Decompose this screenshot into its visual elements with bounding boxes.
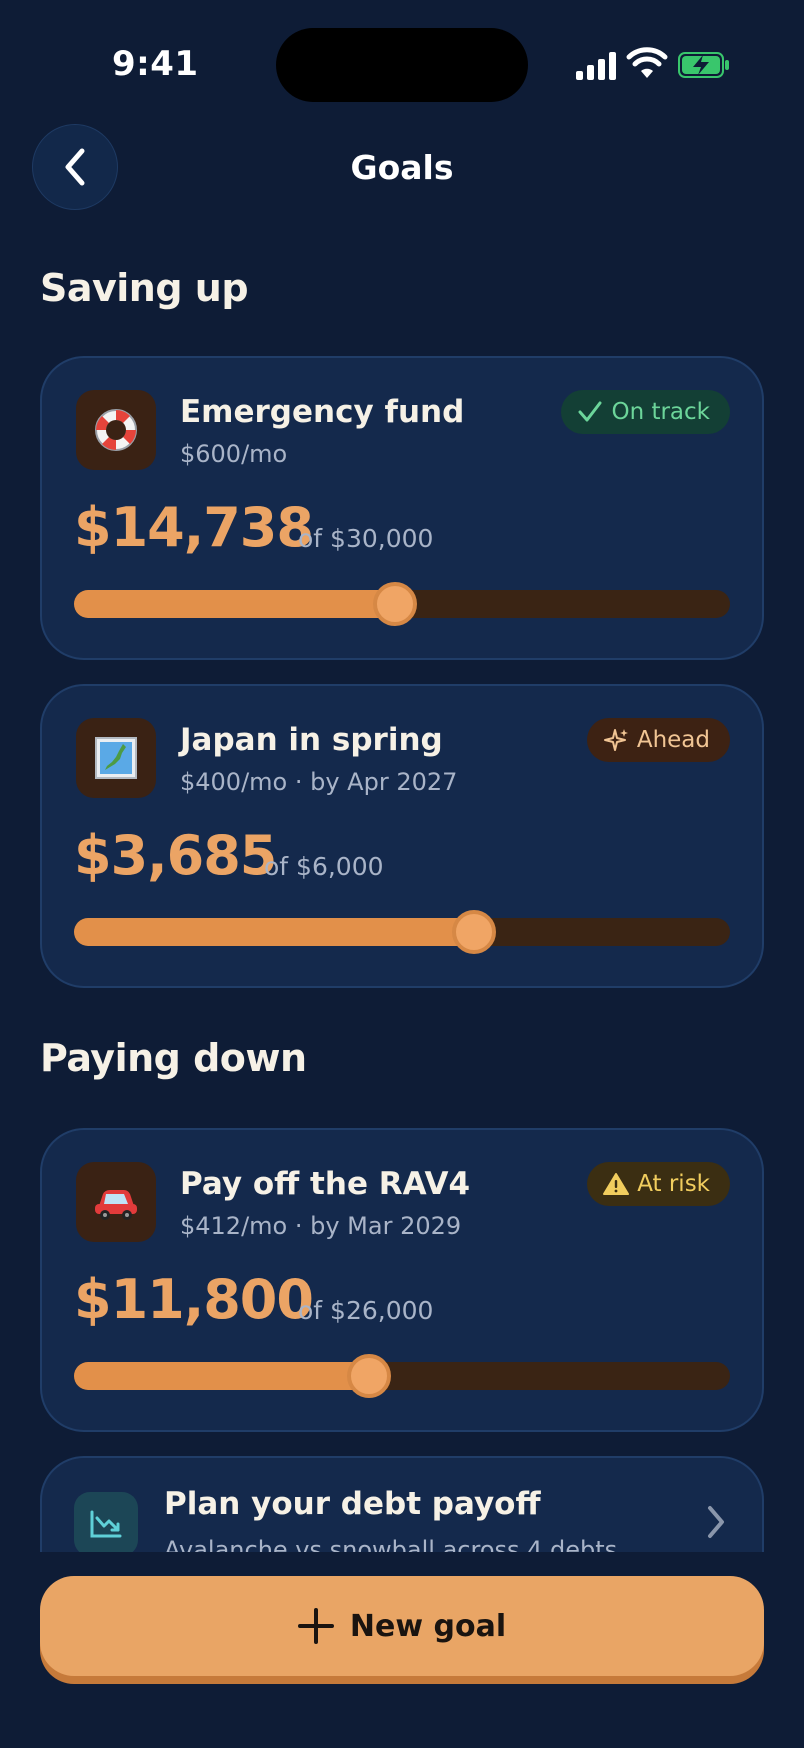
status-time: 9:41: [112, 44, 199, 84]
section-title-paying: Paying down: [40, 1036, 307, 1080]
goal-target: of $30,000: [298, 524, 434, 553]
battery-charging-icon: [678, 52, 729, 78]
goal-card-pay-off-rav4[interactable]: Pay off the RAV4 $412/mo · by Mar 2029 A…: [40, 1128, 764, 1432]
goal-target: of $26,000: [298, 1296, 434, 1325]
goal-subtitle: $412/mo · by Mar 2029: [180, 1212, 462, 1240]
goal-name: Japan in spring: [180, 722, 443, 758]
progress-fill: [74, 1362, 370, 1390]
wifi-icon: [626, 47, 668, 78]
goal-card-emergency-fund[interactable]: Emergency fund $600/mo On track $14,738 …: [40, 356, 764, 660]
goal-target: of $6,000: [264, 852, 384, 881]
progress-thumb[interactable]: [347, 1354, 392, 1398]
chevron-right-icon: [708, 1506, 724, 1538]
goal-subtitle: $600/mo: [180, 440, 288, 468]
goal-name: Pay off the RAV4: [180, 1166, 471, 1202]
dynamic-island: [276, 28, 528, 102]
chart-trending-down-icon: [74, 1492, 138, 1556]
sparkle-icon: [603, 729, 628, 751]
status-badge-on-track: On track: [561, 390, 730, 434]
plus-icon: [297, 1608, 334, 1644]
progress-fill: [74, 590, 396, 618]
progress-thumb[interactable]: [452, 910, 497, 954]
map-of-japan-icon: [76, 718, 156, 798]
goal-amount: $3,685: [74, 824, 277, 887]
goal-amount: $11,800: [74, 1268, 314, 1331]
badge-label: At risk: [637, 1171, 710, 1197]
new-goal-label: New goal: [349, 1608, 507, 1644]
check-icon: [578, 401, 602, 422]
status-bar: 9:41: [0, 0, 804, 130]
cellular-signal-icon: [576, 50, 616, 80]
warning-icon: [603, 1173, 630, 1195]
badge-label: Ahead: [636, 727, 710, 753]
status-badge-at-risk: At risk: [587, 1162, 730, 1206]
goal-card-japan-in-spring[interactable]: Japan in spring $400/mo · by Apr 2027 Ah…: [40, 684, 764, 988]
goal-amount: $14,738: [74, 496, 314, 559]
status-badge-ahead: Ahead: [586, 718, 730, 762]
badge-label: On track: [611, 399, 710, 425]
progress-fill: [74, 918, 475, 946]
plan-title: Plan your debt payoff: [164, 1486, 541, 1522]
new-goal-button[interactable]: New goal: [40, 1576, 764, 1676]
goal-subtitle: $400/mo · by Apr 2027: [180, 768, 458, 796]
progress-track: [74, 582, 730, 626]
progress-track: [74, 910, 730, 954]
goal-name: Emergency fund: [180, 394, 465, 430]
lifebuoy-icon: [76, 390, 156, 470]
page-title: Goals: [350, 148, 454, 187]
section-title-saving: Saving up: [40, 266, 249, 310]
progress-track: [74, 1354, 730, 1398]
car-icon: [76, 1162, 156, 1242]
progress-thumb[interactable]: [373, 582, 418, 626]
